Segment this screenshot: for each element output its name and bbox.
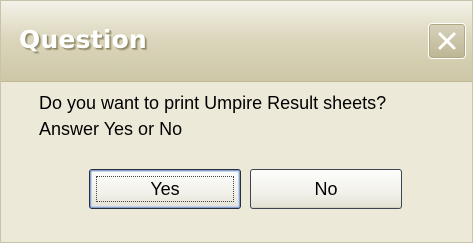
dialog-title: Question xyxy=(19,25,147,54)
close-button[interactable] xyxy=(428,23,466,59)
message-line-2: Answer Yes or No xyxy=(39,119,183,139)
yes-button[interactable]: Yes xyxy=(89,169,241,209)
message-line-1: Do you want to print Umpire Result sheet… xyxy=(39,93,387,113)
title-bar[interactable]: Question xyxy=(1,1,472,82)
yes-button-label: Yes xyxy=(150,178,180,199)
no-button-label: No xyxy=(314,178,338,199)
question-dialog: Question Do you want to print Umpire Res… xyxy=(0,0,473,243)
close-icon xyxy=(438,32,456,50)
no-button[interactable]: No xyxy=(250,169,402,209)
